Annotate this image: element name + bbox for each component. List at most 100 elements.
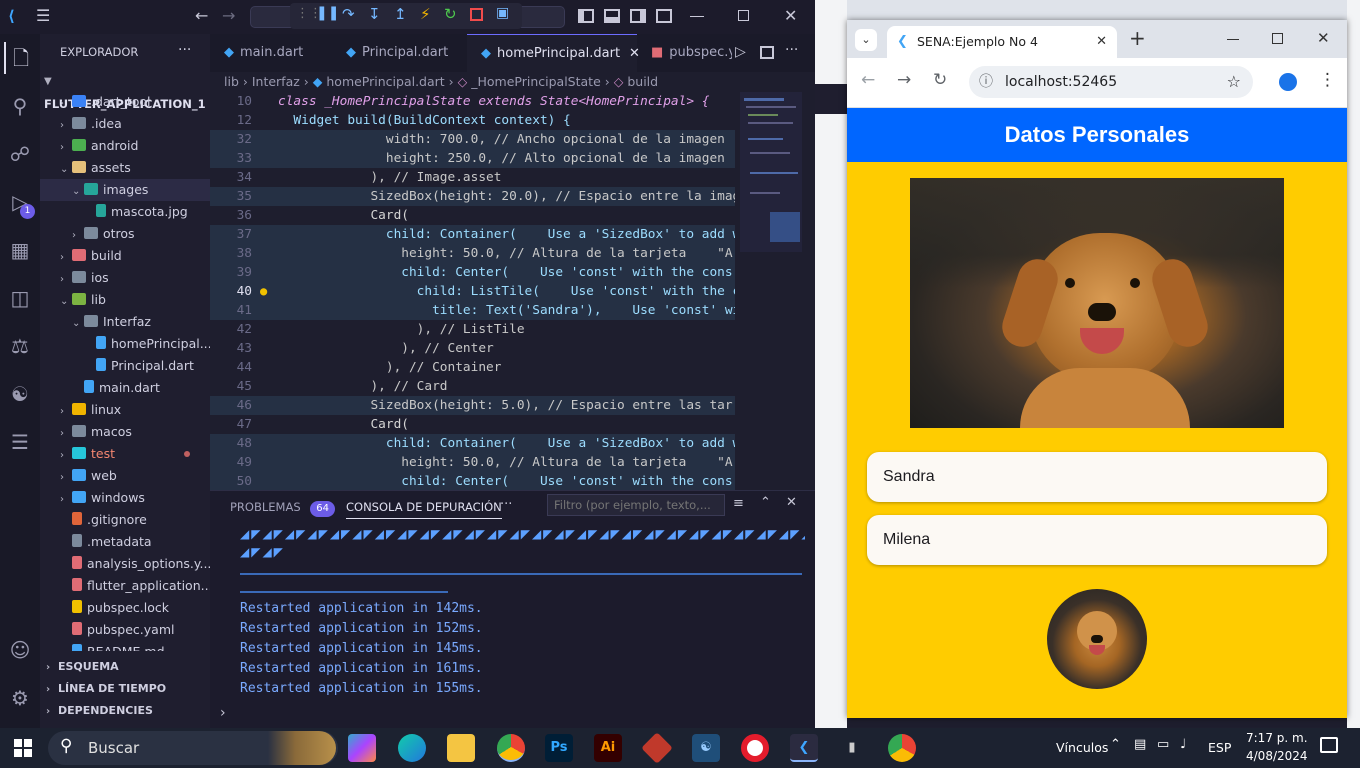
notifications-icon[interactable] xyxy=(1320,737,1338,753)
run-debug-icon[interactable]: ▷ 1 xyxy=(4,186,36,219)
links-label[interactable]: Vínculos xyxy=(1056,740,1108,755)
code-line[interactable]: 48 child: Container( Use a 'SizedBox' to… xyxy=(210,434,735,453)
tree-item[interactable]: › macos xyxy=(40,421,210,443)
close-icon[interactable]: ✕ xyxy=(784,6,797,25)
chrome-icon[interactable] xyxy=(888,734,916,762)
settings-gear-icon[interactable]: ⚙ xyxy=(4,682,36,714)
search-icon[interactable]: ⚲ xyxy=(4,90,36,122)
code-line[interactable]: 49 height: 50.0, // Altura de la tarjeta… xyxy=(210,453,735,472)
file-explorer-icon[interactable] xyxy=(447,734,475,762)
code-line[interactable]: 47 Card( xyxy=(210,415,735,434)
tree-item[interactable]: ⌄ images xyxy=(40,179,210,201)
tree-item[interactable]: › .dart_tool xyxy=(40,91,210,113)
menu-icon[interactable]: ☰ xyxy=(36,6,56,26)
tree-item[interactable]: › ios xyxy=(40,267,210,289)
code-line[interactable]: 50 child: Center( Use 'const' with the c… xyxy=(210,472,735,490)
filter-list-icon[interactable]: ≡ xyxy=(733,496,744,511)
browser-forward-icon[interactable]: → xyxy=(897,70,911,90)
git-tool-icon[interactable] xyxy=(641,732,673,764)
tree-item[interactable]: main.dart xyxy=(40,377,210,399)
code-line[interactable]: 45 ), // Card xyxy=(210,377,735,396)
filter-input[interactable] xyxy=(547,494,725,516)
tree-item[interactable]: › .idea xyxy=(40,113,210,135)
browser-tab-close-icon[interactable]: ✕ xyxy=(1096,26,1107,58)
code-line[interactable]: 46 SizedBox(height: 5.0), // Espacio ent… xyxy=(210,396,735,415)
split-editor-icon[interactable] xyxy=(760,46,774,59)
volume-icon[interactable]: ♩ xyxy=(1180,737,1186,752)
code-line[interactable]: 44 ), // Container xyxy=(210,358,735,377)
tab-search-chevron-icon[interactable]: ⌄ xyxy=(855,29,877,51)
sidebar-section[interactable]: › LÍNEA DE TIEMPO xyxy=(40,678,210,700)
code-line[interactable]: 32 width: 700.0, // Ancho opcional de la… xyxy=(210,130,735,149)
toggle-panel-icon[interactable] xyxy=(604,9,620,23)
bookmark-star-icon[interactable]: ☆ xyxy=(1227,66,1241,98)
tree-item[interactable]: ⌄ lib xyxy=(40,289,210,311)
taskbar-search[interactable]: ⚲ Buscar xyxy=(48,731,338,765)
copilot-icon[interactable] xyxy=(348,734,376,762)
minimap[interactable] xyxy=(740,92,802,252)
tree-item[interactable]: analysis_options.y... xyxy=(40,553,210,575)
tab-principal-dart[interactable]: ◆ Principal.dart xyxy=(332,34,467,72)
tree-item[interactable]: README.md xyxy=(40,641,210,651)
tree-item[interactable]: › windows xyxy=(40,487,210,509)
tree-item[interactable]: flutter_application... xyxy=(40,575,210,597)
flutter-icon[interactable]: ☰ xyxy=(4,426,36,458)
maximize-panel-icon[interactable]: ⌃ xyxy=(760,495,771,510)
tab-problems[interactable]: PROBLEMAS 64 xyxy=(230,495,336,519)
tab-pubspec[interactable]: ■ pubspec.y xyxy=(637,34,732,72)
tab-homeprincipal-dart[interactable]: ◆ homePrincipal.dart ✕ xyxy=(467,34,640,72)
tree-item[interactable]: .metadata xyxy=(40,531,210,553)
code-line[interactable]: 42 ), // ListTile xyxy=(210,320,735,339)
code-editor[interactable]: 10 class _HomePrincipalState extends Stat… xyxy=(210,92,735,490)
explorer-more-icon[interactable]: ··· xyxy=(178,42,191,58)
devtools-icon[interactable]: ▣ xyxy=(496,5,509,21)
code-line[interactable]: 41 title: Text('Sandra'), Use 'const' wi xyxy=(210,301,735,320)
lightbulb-icon[interactable]: ● xyxy=(260,282,267,301)
edge-icon[interactable] xyxy=(398,734,426,762)
clock-time[interactable]: 7:17 p. m. xyxy=(1246,731,1308,745)
code-line[interactable]: 35 SizedBox(height: 20.0), // Espacio en… xyxy=(210,187,735,206)
chrome-active-icon[interactable] xyxy=(497,734,525,762)
clock-date[interactable]: 4/08/2024 xyxy=(1246,749,1308,763)
profile-avatar-icon[interactable] xyxy=(1279,73,1297,91)
browser-maximize-icon[interactable] xyxy=(1272,33,1283,44)
explorer-icon[interactable]: 🗋 xyxy=(4,42,36,74)
pause-icon[interactable]: ❚❚ xyxy=(316,5,339,21)
tree-item[interactable]: › android xyxy=(40,135,210,157)
layout-icon[interactable] xyxy=(656,9,672,23)
sidebar-section[interactable]: › ESQUEMA xyxy=(40,656,210,678)
browser-close-icon[interactable]: ✕ xyxy=(1317,29,1330,47)
tree-item[interactable]: › test xyxy=(40,443,210,465)
flashlight-icon[interactable]: ▮ xyxy=(838,734,866,762)
step-out-icon[interactable]: ↥ xyxy=(394,5,407,23)
editor-more-icon[interactable]: ··· xyxy=(785,42,798,58)
browser-reload-icon[interactable]: ↻ xyxy=(933,70,947,90)
minimize-icon[interactable] xyxy=(690,16,704,17)
python-icon[interactable]: ☯ xyxy=(4,378,36,410)
step-into-icon[interactable]: ↧ xyxy=(368,5,381,23)
tree-item[interactable]: ⌄ Interfaz xyxy=(40,311,210,333)
console-prompt-icon[interactable]: › xyxy=(220,705,226,721)
windows-start-icon[interactable] xyxy=(14,739,32,757)
tab-main-dart[interactable]: ◆ main.dart xyxy=(210,34,332,72)
tree-item[interactable]: .gitignore xyxy=(40,509,210,531)
display-icon[interactable]: ▭ xyxy=(1157,737,1169,752)
code-line[interactable]: 38 height: 50.0, // Altura de la tarjeta… xyxy=(210,244,735,263)
tree-item[interactable]: › build xyxy=(40,245,210,267)
toggle-sidebar-icon[interactable] xyxy=(578,9,594,23)
tree-item[interactable]: homePrincipal.... xyxy=(40,333,210,355)
code-line[interactable]: 40 child: ListTile( Use 'const' with the… xyxy=(210,282,735,301)
remote-explorer-icon[interactable]: ◫ xyxy=(4,282,36,314)
vpn-icon[interactable]: ☯ xyxy=(692,734,720,762)
browser-tab[interactable]: ❮ SENA:Ejemplo No 4 ✕ xyxy=(887,26,1117,58)
step-over-icon[interactable]: ↷ xyxy=(342,5,355,23)
code-line[interactable]: 39 child: Center( Use 'const' with the c… xyxy=(210,263,735,282)
tree-item[interactable]: › web xyxy=(40,465,210,487)
tray-chevron-icon[interactable]: ⌃ xyxy=(1110,737,1121,752)
code-line[interactable]: 34 ), // Image.asset xyxy=(210,168,735,187)
new-tab-icon[interactable]: + xyxy=(1129,26,1146,50)
browser-back-icon[interactable]: ← xyxy=(861,70,875,90)
tree-item[interactable]: ⌄ assets xyxy=(40,157,210,179)
browser-minimize-icon[interactable] xyxy=(1227,39,1239,40)
tab-debug-console[interactable]: CONSOLA DE DEPURACIÓN xyxy=(346,495,502,519)
